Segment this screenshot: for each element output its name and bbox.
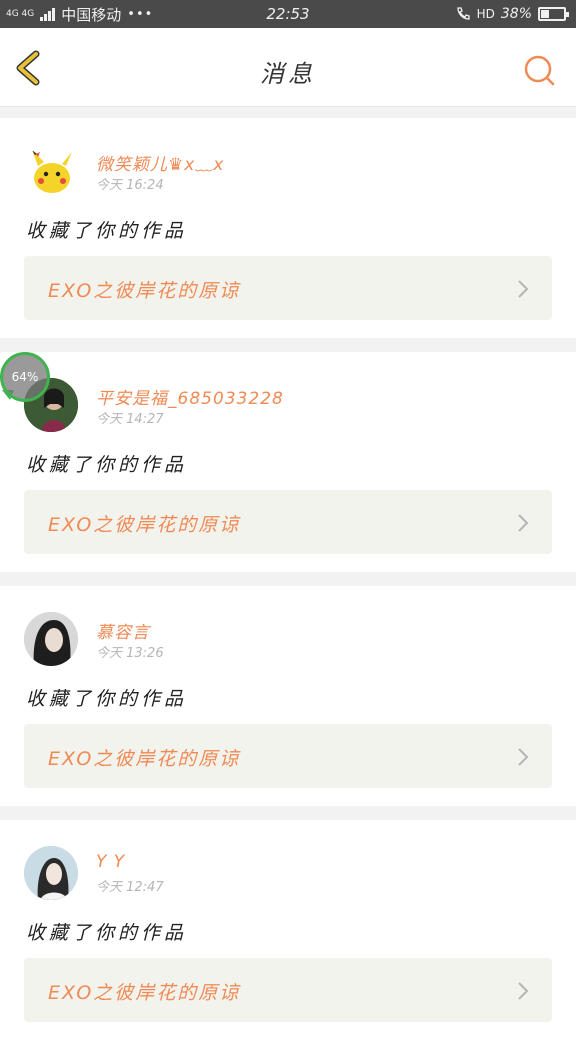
- carrier-name: 中国移动: [61, 5, 122, 24]
- avatar[interactable]: [24, 144, 78, 198]
- status-right: HD 38%: [455, 6, 576, 22]
- user-photo-icon: [24, 612, 78, 666]
- hd-label: HD: [476, 7, 495, 21]
- pikachu-avatar-icon: [32, 150, 72, 193]
- chevron-right-icon: [518, 280, 529, 298]
- signal-icon: [40, 7, 56, 21]
- message-card: 微笑颖儿♛x﹏x 今天 16:24 收藏了你的作品 EXO之彼岸花的原谅: [0, 118, 576, 338]
- action-text: 收藏了你的作品: [26, 220, 188, 242]
- chevron-right-icon: [518, 748, 529, 766]
- action-text: 收藏了你的作品: [26, 688, 188, 710]
- chevron-right-icon: [518, 514, 529, 532]
- floating-progress-badge[interactable]: 64%: [0, 352, 50, 402]
- timestamp: 今天 14:27: [96, 412, 164, 427]
- search-icon: [524, 55, 555, 86]
- work-title: EXO之彼岸花的原谅: [48, 748, 241, 770]
- message-card: 平安是福_685033228 今天 14:27 收藏了你的作品 EXO之彼岸花的…: [0, 352, 576, 572]
- message-card: Y Y 今天 12:47 收藏了你的作品 EXO之彼岸花的原谅: [0, 820, 576, 1040]
- work-link[interactable]: EXO之彼岸花的原谅: [24, 724, 552, 788]
- action-text: 收藏了你的作品: [26, 922, 188, 944]
- action-text: 收藏了你的作品: [26, 454, 188, 476]
- more-dots: •••: [127, 6, 154, 22]
- network-type: 4G 4G: [6, 8, 35, 19]
- progress-text: 64%: [11, 370, 39, 384]
- timestamp: 今天 12:47: [96, 880, 164, 895]
- username[interactable]: Y Y: [96, 852, 125, 872]
- chevron-right-icon: [518, 982, 529, 1000]
- work-title: EXO之彼岸花的原谅: [48, 514, 241, 536]
- status-bar: 4G 4G 中国移动 ••• 22:53 HD 38%: [0, 0, 576, 28]
- work-title: EXO之彼岸花的原谅: [48, 280, 241, 302]
- phone-icon: [456, 7, 470, 20]
- page-title: 消息: [260, 60, 316, 88]
- battery-percent: 38%: [500, 6, 532, 22]
- work-title: EXO之彼岸花的原谅: [48, 982, 241, 1004]
- nav-bar: 消息: [0, 28, 576, 107]
- avatar[interactable]: [24, 612, 78, 666]
- username[interactable]: 平安是福_685033228: [96, 384, 284, 409]
- user-photo-icon: [24, 846, 78, 900]
- work-link[interactable]: EXO之彼岸花的原谅: [24, 256, 552, 320]
- timestamp: 今天 13:26: [96, 646, 164, 661]
- search-button[interactable]: [522, 53, 556, 87]
- status-left: 4G 4G 中国移动 •••: [0, 4, 153, 25]
- username[interactable]: 微笑颖儿♛x﹏x: [96, 150, 224, 175]
- battery-icon: [538, 7, 569, 21]
- timestamp: 今天 16:24: [96, 178, 164, 193]
- work-link[interactable]: EXO之彼岸花的原谅: [24, 958, 552, 1022]
- work-link[interactable]: EXO之彼岸花的原谅: [24, 490, 552, 554]
- battery-fill: [541, 10, 549, 18]
- message-card: 慕容言 今天 13:26 收藏了你的作品 EXO之彼岸花的原谅: [0, 586, 576, 806]
- avatar[interactable]: [24, 846, 78, 900]
- username[interactable]: 慕容言: [96, 618, 150, 643]
